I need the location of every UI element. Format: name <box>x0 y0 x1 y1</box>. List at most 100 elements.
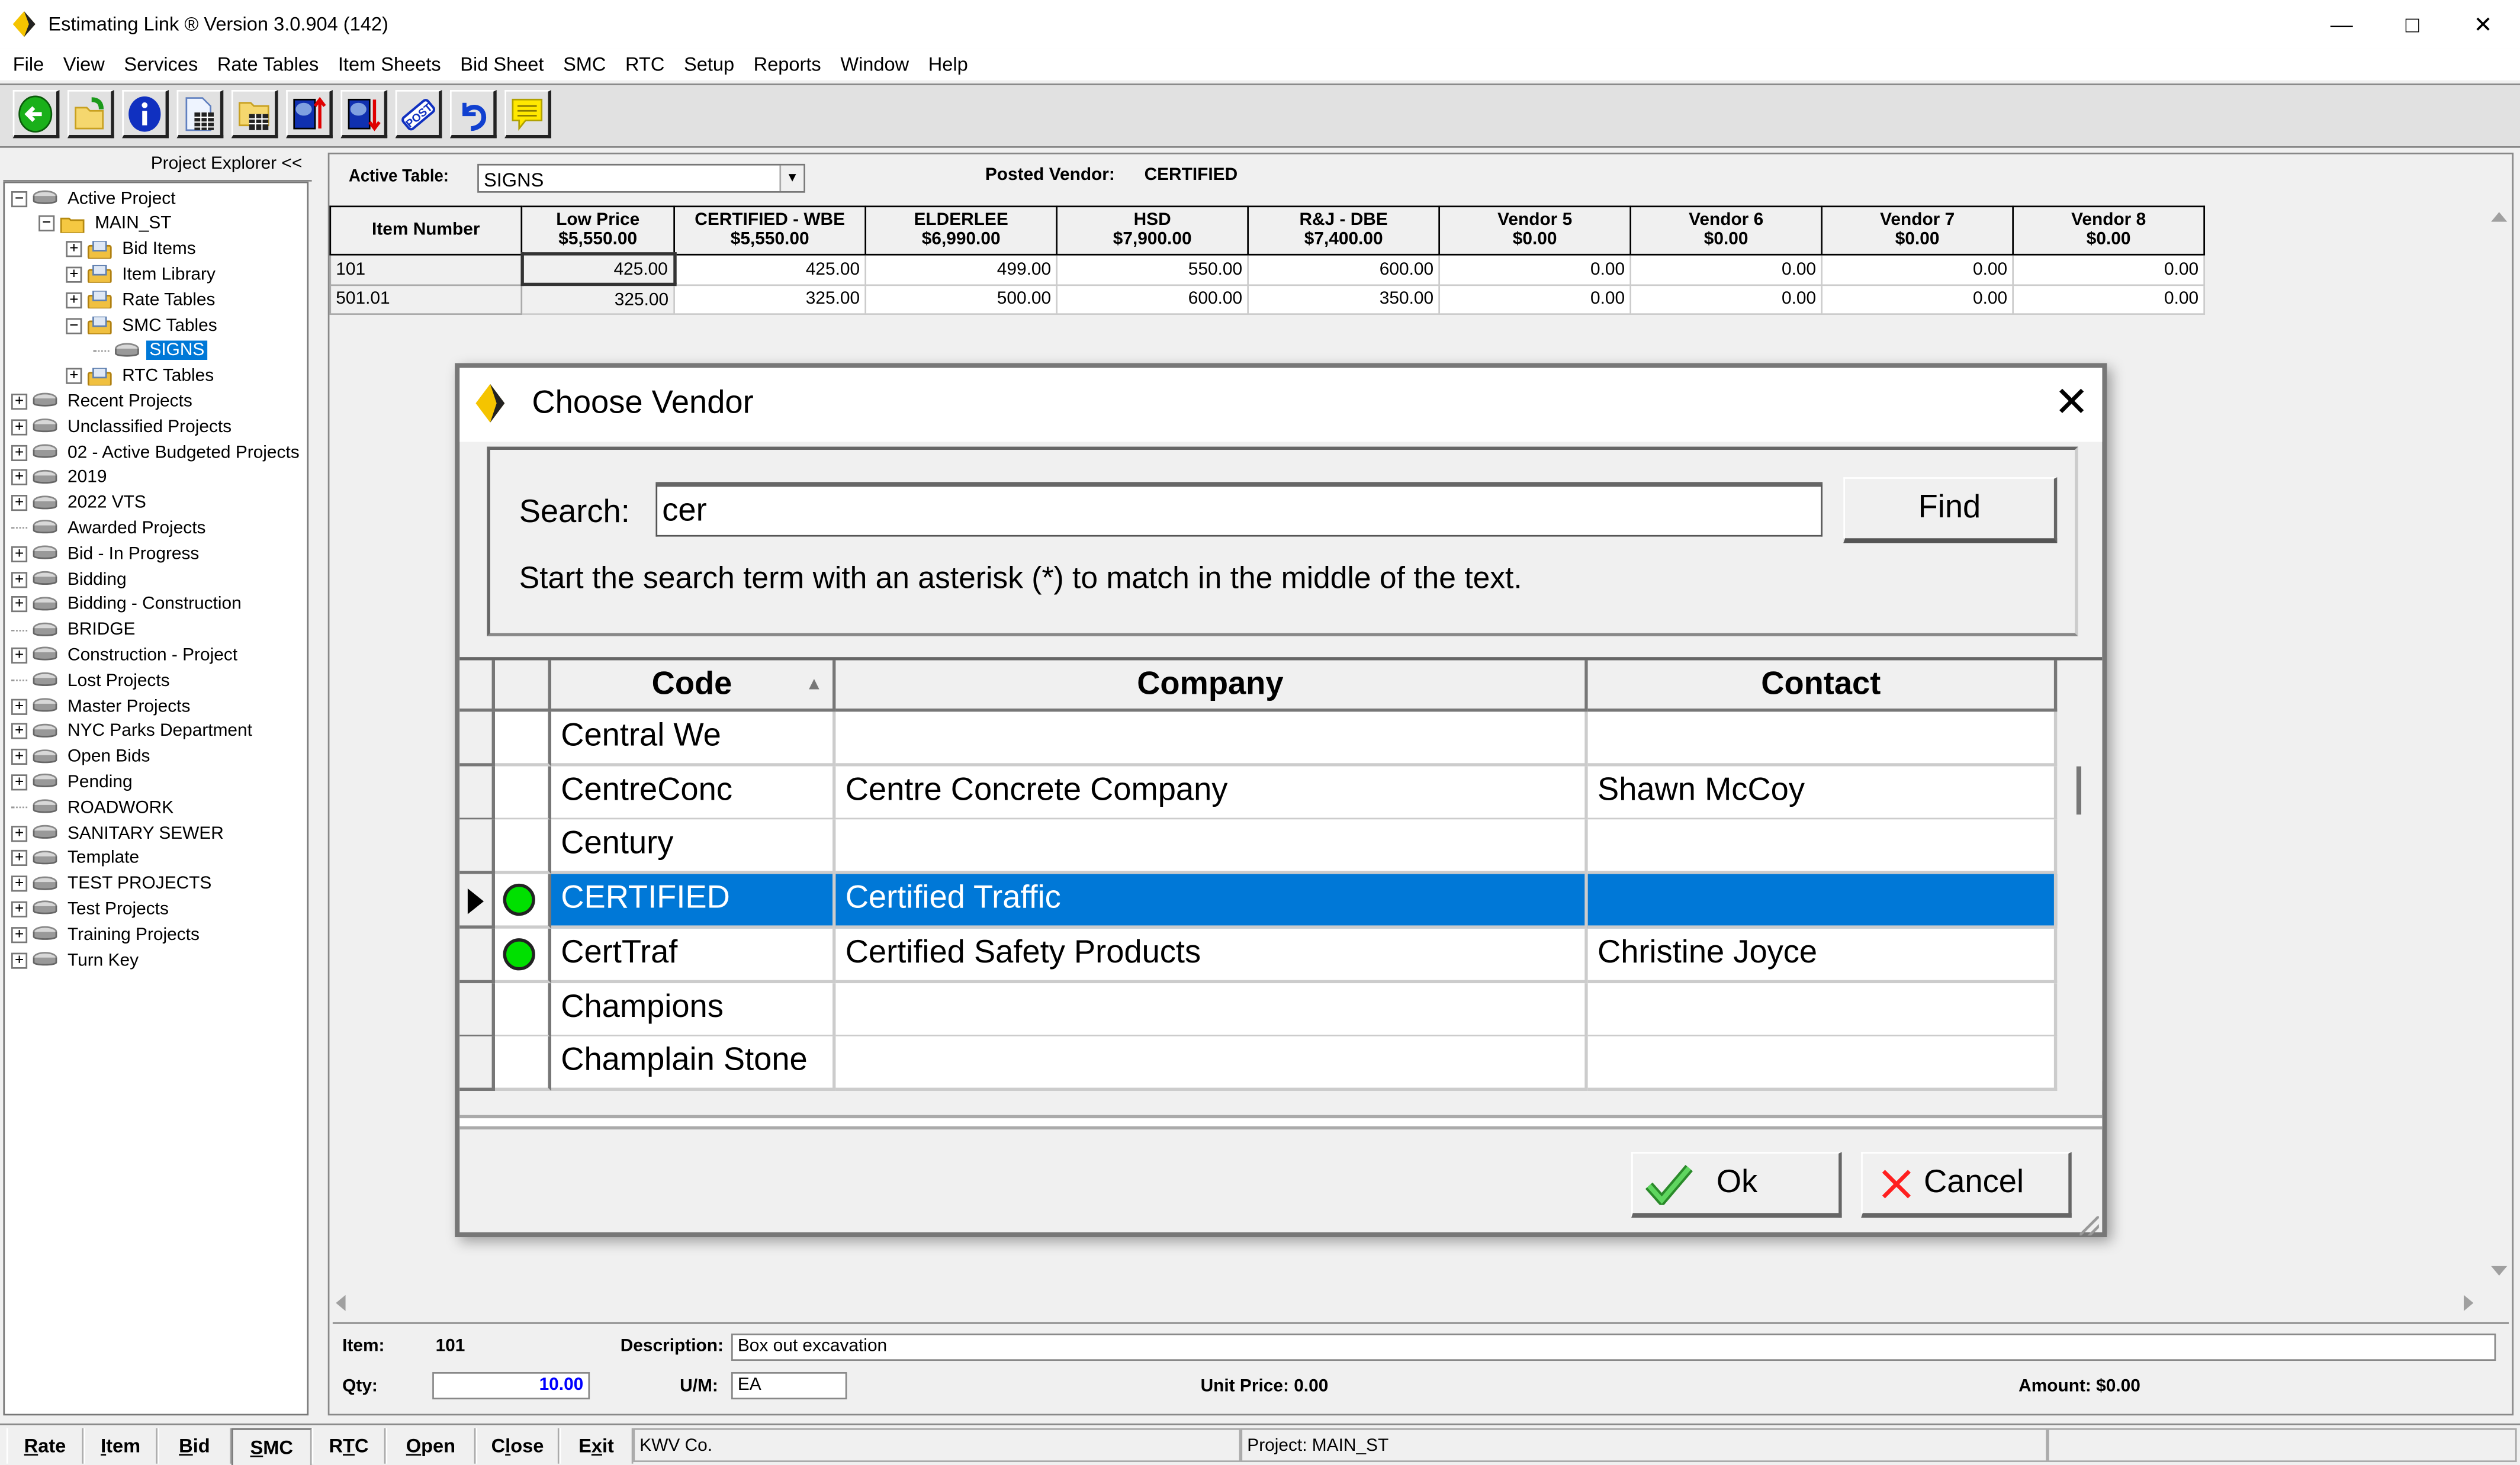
vendor-list-scrollbar[interactable] <box>2060 660 2103 1081</box>
status-button-bid[interactable]: Bid <box>158 1428 232 1464</box>
expand-icon[interactable]: + <box>66 266 82 283</box>
menu-smc[interactable]: SMC <box>554 48 616 80</box>
tree-node[interactable]: + Bid Items <box>66 237 199 262</box>
status-button-item[interactable]: Item <box>83 1428 158 1464</box>
search-input[interactable] <box>655 482 1823 537</box>
status-button-exit[interactable]: Exit <box>559 1428 634 1464</box>
expand-icon[interactable]: + <box>11 571 28 588</box>
active-table-select[interactable]: SIGNS ▼ <box>477 163 805 193</box>
status-button-close[interactable]: Close <box>475 1428 560 1464</box>
tree-node[interactable]: SIGNS <box>93 339 208 363</box>
tree-node[interactable]: Awarded Projects <box>11 516 209 540</box>
expand-icon[interactable]: + <box>11 647 28 664</box>
folder-sheet-button[interactable] <box>231 90 278 139</box>
contact-cell[interactable]: Shawn McCoy <box>1587 765 2058 821</box>
tree-node[interactable]: + TEST PROJECTS <box>11 872 215 896</box>
tree-node[interactable]: + Master Projects <box>11 694 194 719</box>
column-header[interactable]: Low Price $5,550.00 <box>520 205 676 255</box>
tree-node[interactable]: + Bidding <box>11 567 130 591</box>
chevron-down-icon[interactable]: ▼ <box>779 165 804 192</box>
company-cell[interactable] <box>835 711 1588 767</box>
code-cell[interactable]: CERTIFIED <box>551 874 836 929</box>
tree-node[interactable]: − SMC Tables <box>66 313 220 337</box>
minimize-button[interactable]: — <box>2304 0 2378 48</box>
row-header[interactable] <box>459 874 496 929</box>
expand-icon[interactable]: + <box>11 418 28 435</box>
expand-icon[interactable]: + <box>11 546 28 562</box>
tree-node[interactable]: +2022 VTS <box>11 491 149 515</box>
tree-node[interactable]: + Bid - In Progress <box>11 542 202 566</box>
expand-icon[interactable]: + <box>11 825 28 841</box>
tree-node[interactable]: + Training Projects <box>11 923 202 947</box>
expand-icon[interactable]: + <box>11 749 28 765</box>
column-header[interactable]: Vendor 5 $0.00 <box>1438 205 1632 255</box>
expand-icon[interactable]: + <box>11 698 28 714</box>
contact-cell[interactable] <box>1587 711 2058 767</box>
menu-rate-tables[interactable]: Rate Tables <box>208 48 329 80</box>
tree-node[interactable]: +02 - Active Budgeted Projects <box>11 440 303 465</box>
company-cell[interactable] <box>835 982 1588 1038</box>
tree-node[interactable]: + Pending <box>11 770 136 794</box>
column-header[interactable]: Item Number <box>329 205 523 255</box>
item-number-cell[interactable]: 501.01 <box>329 284 523 315</box>
expand-icon[interactable]: + <box>11 926 28 943</box>
undo-button[interactable] <box>450 90 497 139</box>
post-button[interactable]: POST <box>395 90 442 139</box>
column-header[interactable]: Vendor 6 $0.00 <box>1629 205 1823 255</box>
price-cell[interactable]: 500.00 <box>864 284 1058 315</box>
expand-icon[interactable]: + <box>11 952 28 968</box>
menu-window[interactable]: Window <box>831 48 918 80</box>
column-header-contact[interactable]: Contact <box>1587 660 2058 712</box>
row-header[interactable] <box>459 820 496 875</box>
expand-icon[interactable]: + <box>11 596 28 613</box>
cancel-button[interactable]: Cancel <box>1861 1152 2072 1218</box>
row-header[interactable] <box>459 765 496 821</box>
collapse-icon[interactable]: − <box>11 190 28 207</box>
expand-icon[interactable]: + <box>11 444 28 461</box>
menu-setup[interactable]: Setup <box>674 48 744 80</box>
code-cell[interactable]: CentreConc <box>551 765 836 821</box>
contact-cell[interactable]: Christine Joyce <box>1587 928 2058 983</box>
tree-node[interactable]: + Turn Key <box>11 948 142 972</box>
tree-node[interactable]: + Bidding - Construction <box>11 593 245 617</box>
row-header[interactable] <box>459 711 496 767</box>
tree-node[interactable]: + Rate Tables <box>66 288 218 312</box>
tree-node[interactable]: +2019 <box>11 466 110 490</box>
tree-node[interactable]: + Construction - Project <box>11 643 241 668</box>
code-cell[interactable]: CertTraf <box>551 928 836 983</box>
row-header[interactable] <box>459 982 496 1038</box>
item-number-cell[interactable]: 101 <box>329 253 523 285</box>
contact-cell[interactable] <box>1587 820 2058 875</box>
table-row[interactable]: 501.01 325.00 325.00 500.00 600.00 350.00 0.00… <box>329 284 2206 315</box>
price-cell[interactable]: 600.00 <box>1056 284 1249 315</box>
row-header[interactable] <box>459 928 496 983</box>
tree-node[interactable]: BRIDGE <box>11 618 139 642</box>
menu-view[interactable]: View <box>54 48 115 80</box>
info-button[interactable] <box>122 90 169 139</box>
menu-item-sheets[interactable]: Item Sheets <box>329 48 451 80</box>
expand-icon[interactable]: + <box>11 774 28 791</box>
tree-node[interactable]: + SANITARY SEWER <box>11 821 227 845</box>
expand-icon[interactable]: + <box>11 723 28 740</box>
expand-icon[interactable]: + <box>66 292 82 308</box>
horizontal-scrollbar[interactable] <box>329 1292 2483 1314</box>
company-cell[interactable] <box>835 1036 1588 1091</box>
status-button-rate[interactable]: Rate <box>6 1428 84 1464</box>
tree-node[interactable]: + Item Library <box>66 262 218 286</box>
menu-bid-sheet[interactable]: Bid Sheet <box>451 48 554 80</box>
back-button[interactable] <box>12 90 60 139</box>
code-cell[interactable]: Champlain Stone <box>551 1036 836 1091</box>
company-cell[interactable]: Certified Traffic <box>835 874 1588 929</box>
project-explorer-title[interactable]: Project Explorer << <box>151 154 312 174</box>
menu-rtc[interactable]: RTC <box>616 48 674 80</box>
row-header[interactable] <box>459 1036 496 1091</box>
resize-grip[interactable] <box>2079 1216 2099 1236</box>
tree-node[interactable]: − MAIN_ST <box>38 212 175 236</box>
expand-icon[interactable]: + <box>66 241 82 257</box>
price-cell[interactable]: 0.00 <box>2012 284 2206 315</box>
column-header[interactable]: Vendor 8 $0.00 <box>2012 205 2206 255</box>
price-cell[interactable]: 325.00 <box>520 284 676 315</box>
scroll-up-icon[interactable] <box>2491 212 2508 222</box>
column-header-company[interactable]: Company <box>835 660 1588 712</box>
tree-node[interactable]: + Recent Projects <box>11 389 195 414</box>
